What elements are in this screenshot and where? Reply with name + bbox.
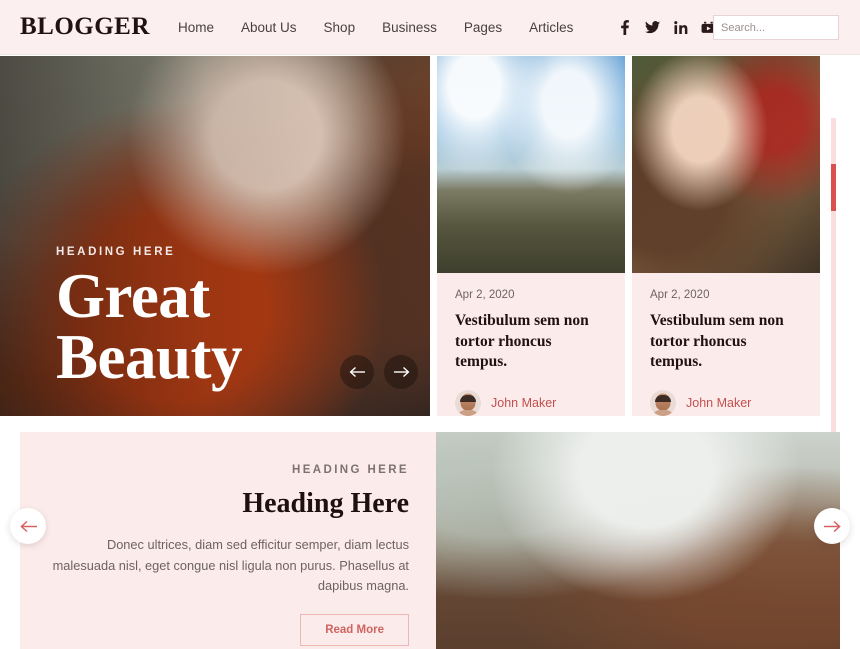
- article-card[interactable]: Apr 2, 2020 Vestibulum sem non tortor rh…: [632, 56, 820, 416]
- hero-prev-button[interactable]: [340, 355, 374, 389]
- hero-kicker: HEADING HERE: [56, 245, 176, 258]
- nav-item-about-us[interactable]: About Us: [241, 20, 297, 35]
- carousel-next-button[interactable]: [814, 508, 850, 544]
- search-input[interactable]: [714, 16, 860, 39]
- hero-next-button[interactable]: [384, 355, 418, 389]
- vertical-scrollbar-thumb[interactable]: [831, 164, 836, 211]
- avatar: [650, 389, 676, 416]
- promo-panel: HEADING HERE Heading Here Donec ultrices…: [20, 432, 840, 649]
- hero-slide[interactable]: HEADING HERE Great Beauty: [0, 56, 430, 416]
- read-more-button[interactable]: Read More: [300, 614, 409, 647]
- carousel-prev-button[interactable]: [10, 508, 46, 544]
- vertical-scrollbar-track[interactable]: [831, 118, 836, 470]
- article-date: Apr 2, 2020: [455, 289, 515, 301]
- article-author[interactable]: John Maker: [455, 389, 607, 416]
- article-title[interactable]: Vestibulum sem non tortor rhoncus tempus…: [650, 311, 802, 373]
- site-header: BLOGGER Home About Us Shop Business Page…: [0, 0, 860, 55]
- promo-image: [436, 432, 840, 649]
- nav-item-business[interactable]: Business: [382, 20, 437, 35]
- author-name[interactable]: John Maker: [491, 396, 556, 410]
- linkedin-icon[interactable]: [673, 19, 688, 35]
- article-author[interactable]: John Maker: [650, 389, 802, 416]
- facebook-icon[interactable]: [617, 19, 632, 35]
- site-logo[interactable]: BLOGGER: [20, 13, 170, 41]
- nav-item-pages[interactable]: Pages: [464, 20, 502, 35]
- search-box[interactable]: [713, 15, 860, 40]
- promo-paragraph: Donec ultrices, diam sed efficitur sempe…: [52, 537, 409, 594]
- hero-text-block: HEADING HERE Great Beauty: [56, 245, 243, 392]
- nav-item-shop[interactable]: Shop: [324, 20, 356, 35]
- article-card-image: [632, 56, 820, 273]
- article-card-body: Apr 2, 2020 Vestibulum sem non tortor rh…: [437, 273, 625, 416]
- hero-title-line-1: Great: [56, 260, 210, 331]
- article-date: Apr 2, 2020: [650, 289, 710, 301]
- article-card-body: Apr 2, 2020 Vestibulum sem non tortor rh…: [632, 273, 820, 416]
- promo-kicker: HEADING HERE: [292, 464, 409, 476]
- nav-item-home[interactable]: Home: [178, 20, 214, 35]
- article-card[interactable]: Apr 2, 2020 Vestibulum sem non tortor rh…: [437, 56, 625, 416]
- article-card-image: [437, 56, 625, 273]
- featured-slider-row: HEADING HERE Great Beauty Apr 2, 2020 Ve…: [0, 56, 860, 470]
- author-name[interactable]: John Maker: [686, 396, 751, 410]
- twitter-icon[interactable]: [645, 19, 661, 35]
- hero-slider-controls: [340, 355, 418, 389]
- hero-title-line-2: Beauty: [56, 321, 243, 392]
- avatar: [455, 389, 481, 416]
- main-navigation: Home About Us Shop Business Pages Articl…: [178, 20, 573, 35]
- article-title[interactable]: Vestibulum sem non tortor rhoncus tempus…: [455, 311, 607, 373]
- nav-item-articles[interactable]: Articles: [529, 20, 573, 35]
- promo-title: Heading Here: [242, 488, 409, 519]
- promo-text-block: HEADING HERE Heading Here Donec ultrices…: [20, 432, 436, 649]
